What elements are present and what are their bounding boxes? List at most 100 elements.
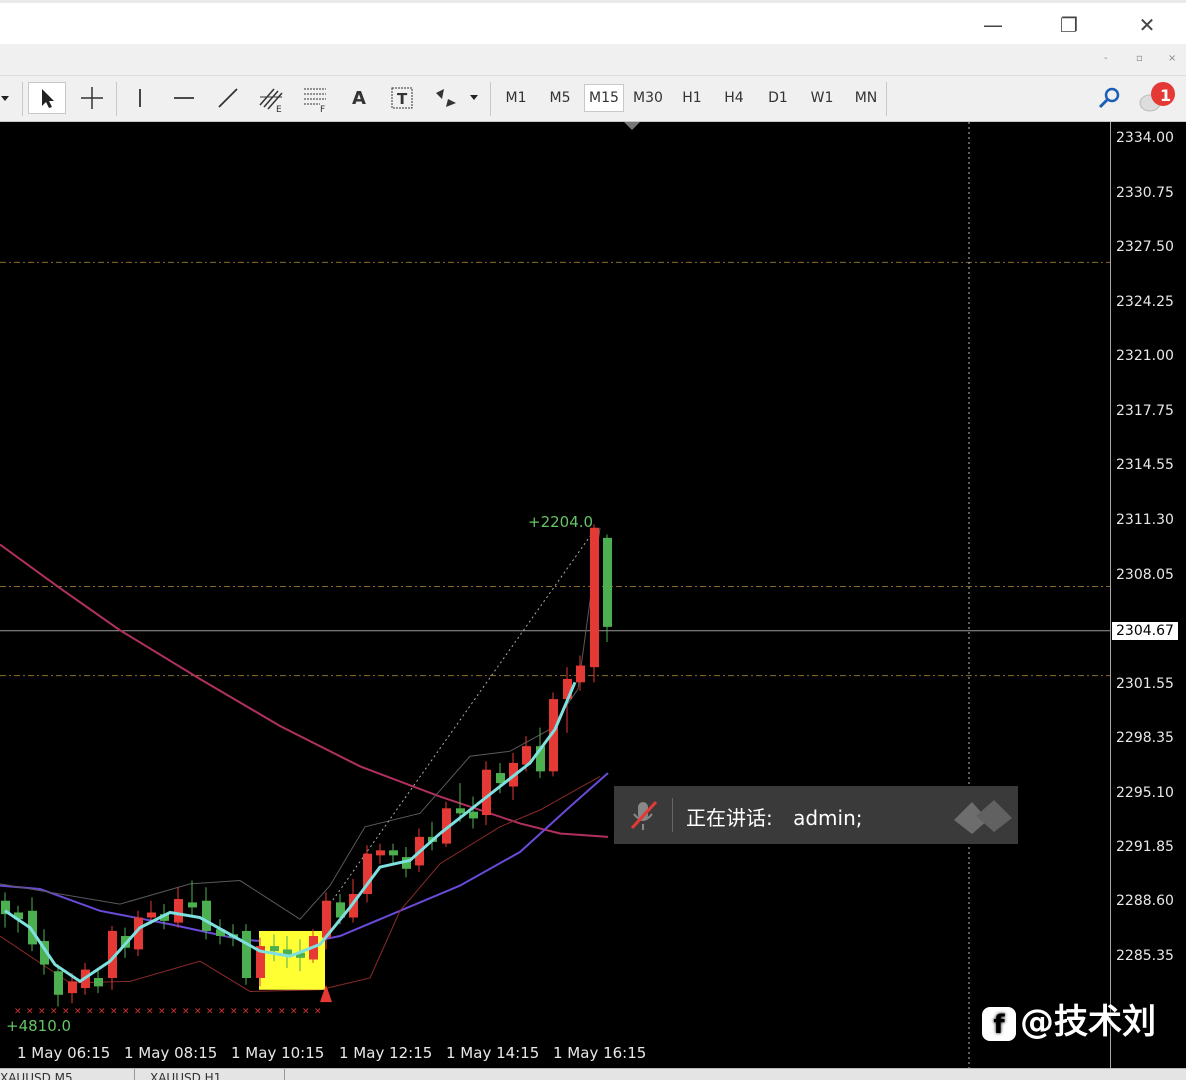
child-close-button[interactable]: ×	[1168, 53, 1176, 64]
candle-body	[376, 850, 385, 856]
candle-body	[174, 899, 183, 923]
timeframe-m5[interactable]: M5	[540, 84, 580, 112]
stop-marker: ×	[242, 1006, 250, 1016]
time-tick-label: 1 May 08:15	[124, 1044, 218, 1062]
timeframe-m15[interactable]: M15	[584, 84, 624, 112]
candle-body	[188, 902, 197, 908]
fibonacci-channel-icon[interactable]: E	[252, 82, 290, 114]
dropdown-arrow-icon[interactable]	[0, 82, 10, 114]
price-tick-label: 2308.05	[1116, 567, 1174, 583]
stop-marker: ×	[98, 1006, 106, 1016]
watermark-text: @技术刘	[1020, 1002, 1156, 1042]
long-moving-average-line	[0, 543, 609, 838]
stop-marker: ×	[62, 1006, 70, 1016]
child-minimize-button[interactable]: -	[1104, 53, 1108, 64]
chart-canvas[interactable]: × × × × × × × × × × × × × × × × × × × × × × × × × ×	[0, 122, 1110, 1068]
timeframe-m1[interactable]: M1	[496, 84, 536, 112]
stop-marker: ×	[254, 1006, 262, 1016]
chart-shift-marker	[624, 122, 640, 130]
stop-marker: ×	[14, 1006, 22, 1016]
price-tick-label: 2311.30	[1116, 512, 1174, 528]
candle-body	[147, 912, 156, 918]
cursor-arrow-icon[interactable]	[28, 82, 66, 114]
social-logo-icon: f	[982, 1006, 1016, 1041]
stop-marker: ×	[74, 1006, 82, 1016]
muted-mic-icon	[630, 800, 658, 830]
search-icon[interactable]	[1092, 82, 1126, 114]
arrows-tool-icon[interactable]	[428, 82, 480, 114]
candle-body	[456, 808, 465, 814]
price-tick-label: 2317.75	[1116, 403, 1174, 419]
stop-marker: ×	[314, 1006, 322, 1016]
stop-marker: ×	[302, 1006, 310, 1016]
price-chart[interactable]: × × × × × × × × × × × × × × × × × × × × × × × × × ×	[0, 122, 1110, 1068]
candle-body	[270, 946, 279, 952]
text-label-icon[interactable]: T	[384, 82, 420, 114]
timeframe-d1[interactable]: D1	[758, 84, 798, 112]
tab-xauusd-h1[interactable]: XAUUSD,H1	[150, 1071, 221, 1080]
stop-marker: ×	[290, 1006, 298, 1016]
price-tick-label: 2334.00	[1116, 130, 1174, 146]
close-button[interactable]: ✕	[1124, 9, 1170, 41]
price-axis	[1110, 122, 1186, 1068]
trendline-icon[interactable]	[210, 82, 246, 114]
stop-marker: ×	[50, 1006, 58, 1016]
stop-marker: ×	[182, 1006, 190, 1016]
window-titlebar: — ❐ ✕	[0, 0, 1186, 44]
time-tick-label: 1 May 12:15	[339, 1044, 433, 1062]
price-tick-label: 2288.60	[1116, 893, 1174, 909]
stop-marker: ×	[170, 1006, 178, 1016]
candle-body	[242, 930, 251, 978]
timeframe-mn[interactable]: MN	[846, 84, 886, 112]
candle-body	[496, 773, 505, 784]
price-tick-label: 2295.10	[1116, 785, 1174, 801]
profit-annotation-bottom: +4810.0	[6, 1017, 72, 1035]
stop-marker: ×	[194, 1006, 202, 1016]
stop-marker: ×	[86, 1006, 94, 1016]
tab-xauusd-m5[interactable]: XAUUSD,M5	[0, 1071, 73, 1080]
timeframe-h4[interactable]: H4	[714, 84, 754, 112]
price-tick-label: 2327.50	[1116, 239, 1174, 255]
stop-marker: ×	[278, 1006, 286, 1016]
current-price-label: 2304.67	[1112, 622, 1178, 640]
candle-body	[590, 527, 599, 668]
fibonacci-retracement-icon[interactable]: F	[296, 82, 334, 114]
vertical-line-icon[interactable]	[124, 82, 156, 114]
drawing-toolbar: E F A T M1 M5 M15 M30 H1 H4 D1 W1 MN 1	[0, 76, 1186, 122]
stop-marker: ×	[122, 1006, 130, 1016]
time-tick-label: 1 May 10:15	[231, 1044, 325, 1062]
price-tick-label: 2330.75	[1116, 185, 1174, 201]
time-tick-label: 1 May 16:15	[553, 1044, 647, 1062]
child-window-bar: - ▫ ×	[0, 44, 1186, 76]
stop-marker: ×	[146, 1006, 154, 1016]
candle-body	[54, 971, 63, 995]
svg-text:F: F	[320, 105, 325, 113]
candle-body	[576, 665, 585, 683]
svg-text:E: E	[276, 105, 282, 113]
text-tool-icon[interactable]: A	[342, 82, 376, 114]
maximize-button[interactable]: ❐	[1046, 9, 1092, 41]
price-tick-label: 2314.55	[1116, 457, 1174, 473]
meeting-logo-icon	[954, 800, 1012, 834]
timeframe-w1[interactable]: W1	[802, 84, 842, 112]
crosshair-icon[interactable]	[74, 82, 110, 114]
notifications-icon[interactable]: 1	[1136, 82, 1180, 114]
speaking-text: 正在讲话: admin;	[686, 802, 863, 831]
text-label-letter: T	[397, 90, 408, 108]
timeframe-h1[interactable]: H1	[672, 84, 712, 112]
candle-body	[389, 850, 398, 856]
child-restore-button[interactable]: ▫	[1136, 53, 1143, 64]
price-tick-label: 2285.35	[1116, 948, 1174, 964]
time-tick-label: 1 May 14:15	[446, 1044, 540, 1062]
timeframe-m30[interactable]: M30	[628, 84, 668, 112]
price-tick-label: 2298.35	[1116, 730, 1174, 746]
time-tick-label: 1 May 06:15	[17, 1044, 111, 1062]
price-tick-label: 2291.85	[1116, 839, 1174, 855]
slow-moving-average-line	[0, 772, 609, 946]
price-tick-label: 2301.55	[1116, 676, 1174, 692]
candle-body	[482, 769, 491, 816]
horizontal-line-icon[interactable]	[166, 82, 202, 114]
candle-body	[68, 981, 77, 994]
minimize-button[interactable]: —	[970, 9, 1016, 41]
stop-marker: ×	[266, 1006, 274, 1016]
